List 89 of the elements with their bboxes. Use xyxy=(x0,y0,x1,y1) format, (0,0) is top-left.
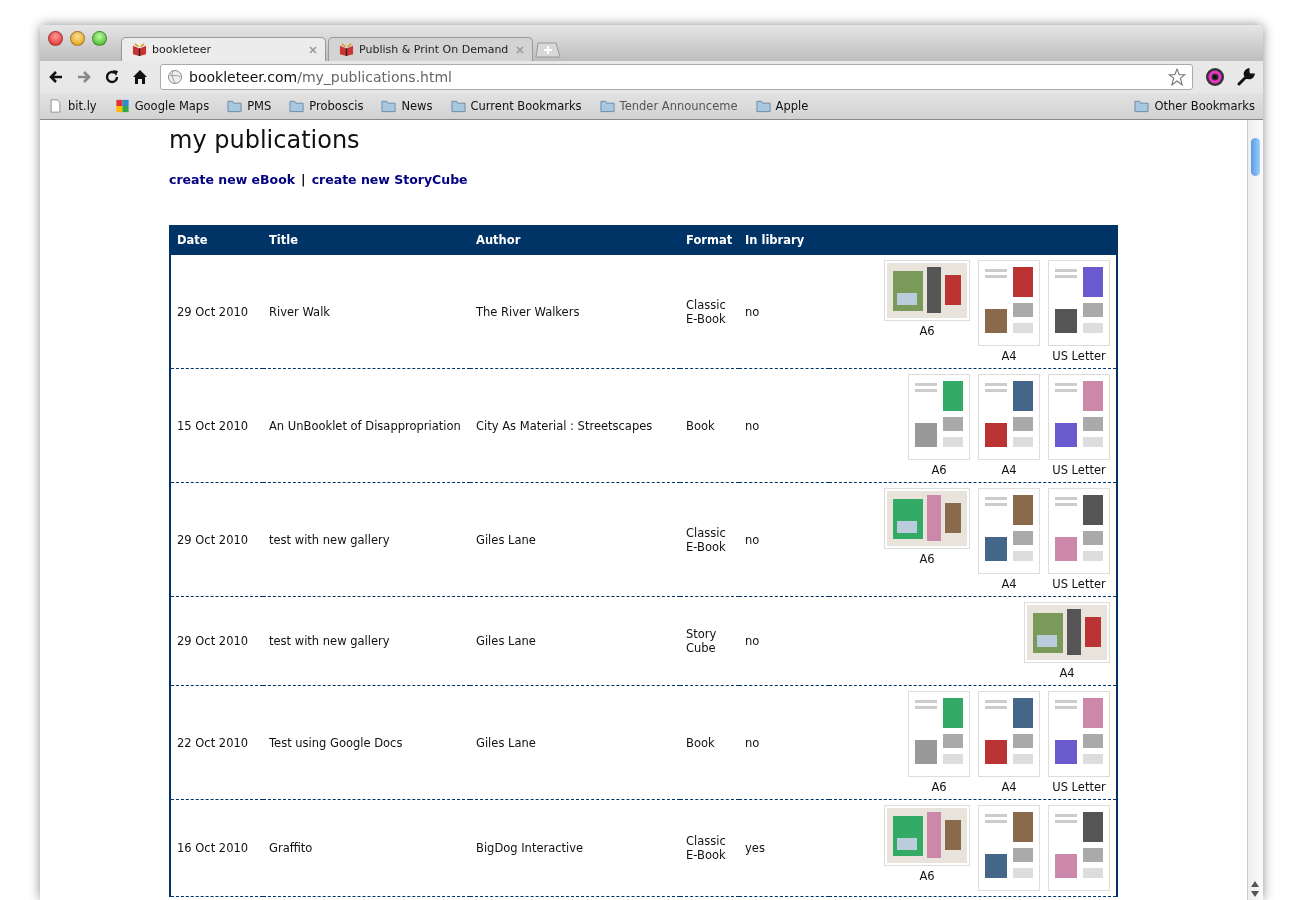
book-icon xyxy=(339,42,354,57)
table-cell: Book xyxy=(686,735,715,750)
star-icon[interactable] xyxy=(1168,68,1186,86)
table-cell: City As Material : Streetscapes xyxy=(476,418,653,433)
bookmark-link[interactable]: Other Bookmarks xyxy=(1154,99,1255,113)
reload-icon[interactable] xyxy=(104,69,120,85)
table-cell: 29 Oct 2010 xyxy=(177,304,249,319)
column-header: In library xyxy=(745,233,805,247)
wrench-icon[interactable] xyxy=(1237,68,1255,86)
bookmark-link[interactable]: Current Bookmarks xyxy=(470,99,582,113)
thumbnail-label: A4 xyxy=(1001,463,1017,477)
folder-icon xyxy=(1134,99,1150,113)
bookmark-link[interactable]: Proboscis xyxy=(309,99,364,113)
table-cell: Giles Lane xyxy=(476,532,536,547)
create-link[interactable]: create new StoryCube xyxy=(311,172,468,187)
camera-lens-icon[interactable] xyxy=(1205,67,1225,87)
link-separator: | xyxy=(301,172,306,187)
table-cell: 29 Oct 2010 xyxy=(177,634,249,648)
bookmark-link[interactable]: PMS xyxy=(247,99,272,113)
folder-icon xyxy=(599,99,615,113)
thumbnail-label: A6 xyxy=(931,780,947,794)
bookmark-link[interactable]: Tender Announceme xyxy=(619,99,738,113)
globe-icon xyxy=(167,69,183,85)
thumbnail-label: US Letter xyxy=(1052,577,1106,591)
thumbnail-label: US Letter xyxy=(1052,463,1106,477)
thumbnail-label: A4 xyxy=(1001,577,1017,591)
back-icon[interactable] xyxy=(48,69,64,85)
scrollbar-track[interactable] xyxy=(1247,120,1263,900)
bookmark-link[interactable]: News xyxy=(401,99,433,113)
bookmark-link[interactable]: Apple xyxy=(775,99,809,113)
home-icon[interactable] xyxy=(132,69,148,85)
minimize-button[interactable] xyxy=(70,31,85,46)
table-cell: Graffito xyxy=(269,841,313,855)
table-cell: test with new gallery xyxy=(269,532,390,547)
table-cell: 15 Oct 2010 xyxy=(177,418,249,433)
zoom-button[interactable] xyxy=(92,31,107,46)
table-cell: River Walk xyxy=(269,304,330,319)
table-cell: test with new gallery xyxy=(269,634,390,648)
column-header: Title xyxy=(269,233,299,247)
table-cell: Classic E-Book xyxy=(686,525,726,554)
table-cell: 29 Oct 2010 xyxy=(177,532,249,547)
table-cell: Giles Lane xyxy=(476,634,536,648)
folder-icon xyxy=(227,99,243,113)
table-cell: Classic E-Book xyxy=(686,834,726,862)
table-cell: BigDog Interactive xyxy=(476,841,584,855)
book-icon xyxy=(132,42,147,57)
column-header: Date xyxy=(177,233,208,247)
table-cell: no xyxy=(745,735,760,750)
table-cell: 16 Oct 2010 xyxy=(177,841,249,855)
folder-icon xyxy=(381,99,397,113)
table-cell: The River Walkers xyxy=(476,304,580,319)
new-tab-button[interactable] xyxy=(535,42,561,58)
bookmark-link[interactable]: bit.ly xyxy=(68,99,97,113)
bookmark-link[interactable]: Google Maps xyxy=(134,99,210,113)
table-cell: yes xyxy=(745,841,765,855)
create-link[interactable]: create new eBook xyxy=(169,172,296,187)
table-cell: 22 Oct 2010 xyxy=(177,735,249,750)
table-cell: Story Cube xyxy=(686,627,717,655)
thumbnail-label: A6 xyxy=(931,463,947,477)
table-cell: no xyxy=(745,532,760,547)
thumbnail-label: A4 xyxy=(1001,349,1017,363)
address-field[interactable]: bookleteer.com/my_publications.html xyxy=(160,64,1193,90)
column-header: Author xyxy=(476,233,521,247)
thumbnail-label: A6 xyxy=(919,869,935,883)
browser-tab[interactable]: Publish & Print On Demand xyxy=(328,37,533,61)
close-button[interactable] xyxy=(48,31,63,46)
browser-tab[interactable]: bookleteer xyxy=(121,37,326,61)
page-icon xyxy=(48,99,63,113)
table-cell: An UnBooklet of Disappropriation xyxy=(269,418,461,433)
folder-icon xyxy=(450,99,466,113)
thumbnail-label: US Letter xyxy=(1052,349,1106,363)
scrollbar-thumb[interactable] xyxy=(1251,138,1260,176)
scroll-arrows-icon[interactable] xyxy=(1250,880,1260,898)
table-cell: Giles Lane xyxy=(476,735,536,750)
thumbnail-label: US Letter xyxy=(1052,780,1106,794)
table-cell: Book xyxy=(686,418,715,433)
column-header: Format xyxy=(686,233,733,247)
thumbnail-label: A4 xyxy=(1001,780,1017,794)
folder-icon xyxy=(755,99,771,113)
thumbnail-label: A4 xyxy=(1059,666,1075,680)
table-cell: no xyxy=(745,418,760,433)
thumbnail-label: A6 xyxy=(919,552,935,566)
thumbnail-label: A6 xyxy=(919,324,935,338)
table-cell: no xyxy=(745,634,760,648)
table-cell: Test using Google Docs xyxy=(269,735,403,750)
table-cell: Classic E-Book xyxy=(686,297,726,326)
table-cell: no xyxy=(745,304,760,319)
folder-icon xyxy=(289,99,305,113)
page-heading: my publications xyxy=(169,126,361,154)
